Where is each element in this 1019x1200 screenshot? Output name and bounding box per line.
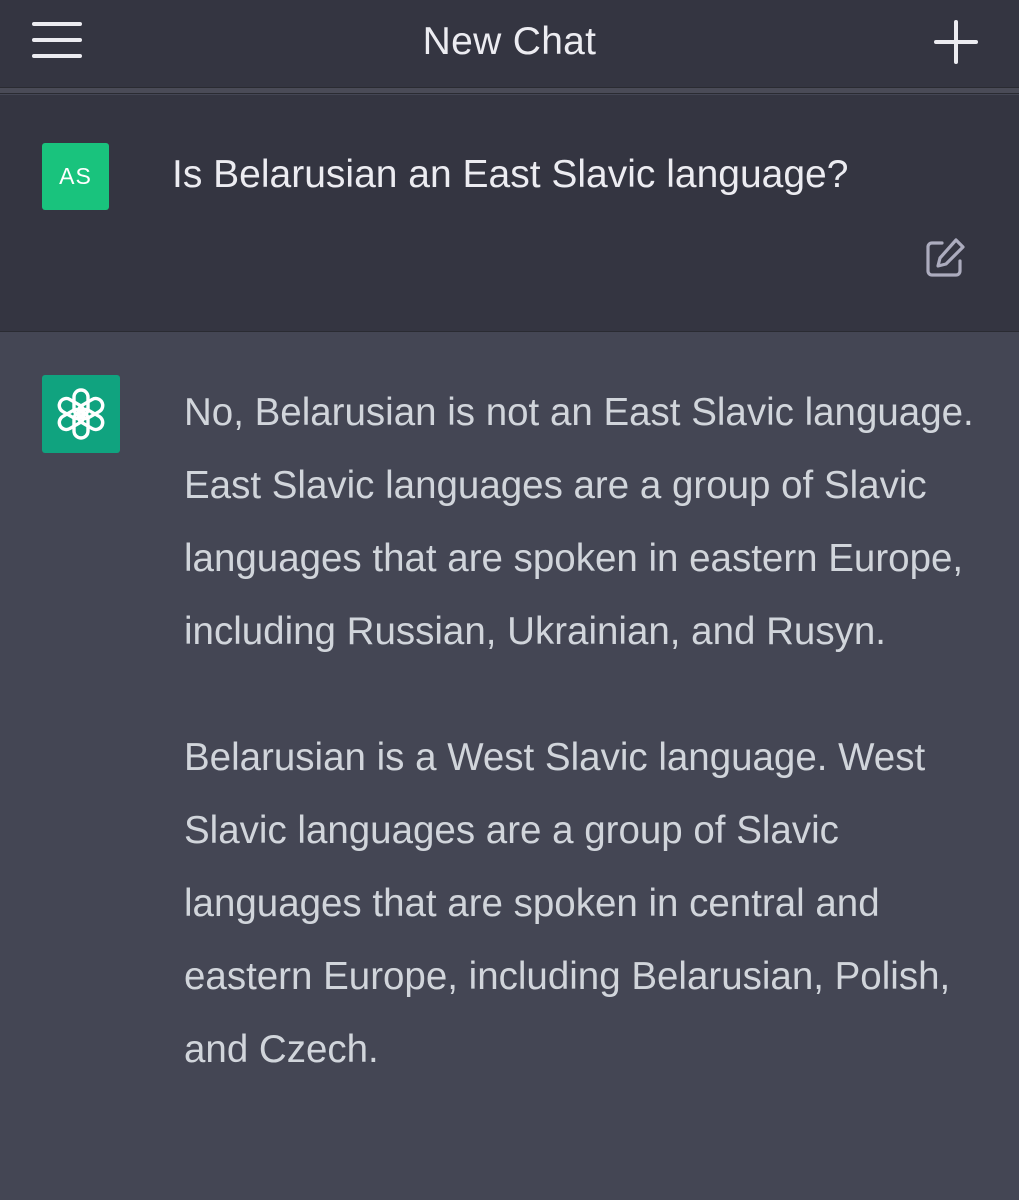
edit-message-button[interactable] (920, 233, 970, 283)
edit-icon (926, 238, 965, 277)
plus-icon (934, 20, 978, 64)
top-bar: New Chat (0, 0, 1019, 88)
user-message-text: Is Belarusian an East Slavic language? (172, 153, 849, 196)
user-avatar: AS (42, 143, 109, 210)
user-message: AS Is Belarusian an East Slavic language… (0, 95, 1019, 332)
assistant-message-text: No, Belarusian is not an East Slavic lan… (184, 376, 989, 1139)
new-chat-button[interactable] (928, 14, 984, 70)
openai-logo-icon (57, 388, 105, 440)
assistant-message: No, Belarusian is not an East Slavic lan… (0, 333, 1019, 1200)
assistant-paragraph: No, Belarusian is not an East Slavic lan… (184, 391, 974, 653)
assistant-avatar (42, 375, 120, 453)
header-divider (0, 88, 1019, 94)
page-title: New Chat (422, 20, 597, 63)
assistant-paragraph: Belarusian is a West Slavic language. We… (184, 736, 951, 1071)
menu-button[interactable] (26, 18, 88, 62)
